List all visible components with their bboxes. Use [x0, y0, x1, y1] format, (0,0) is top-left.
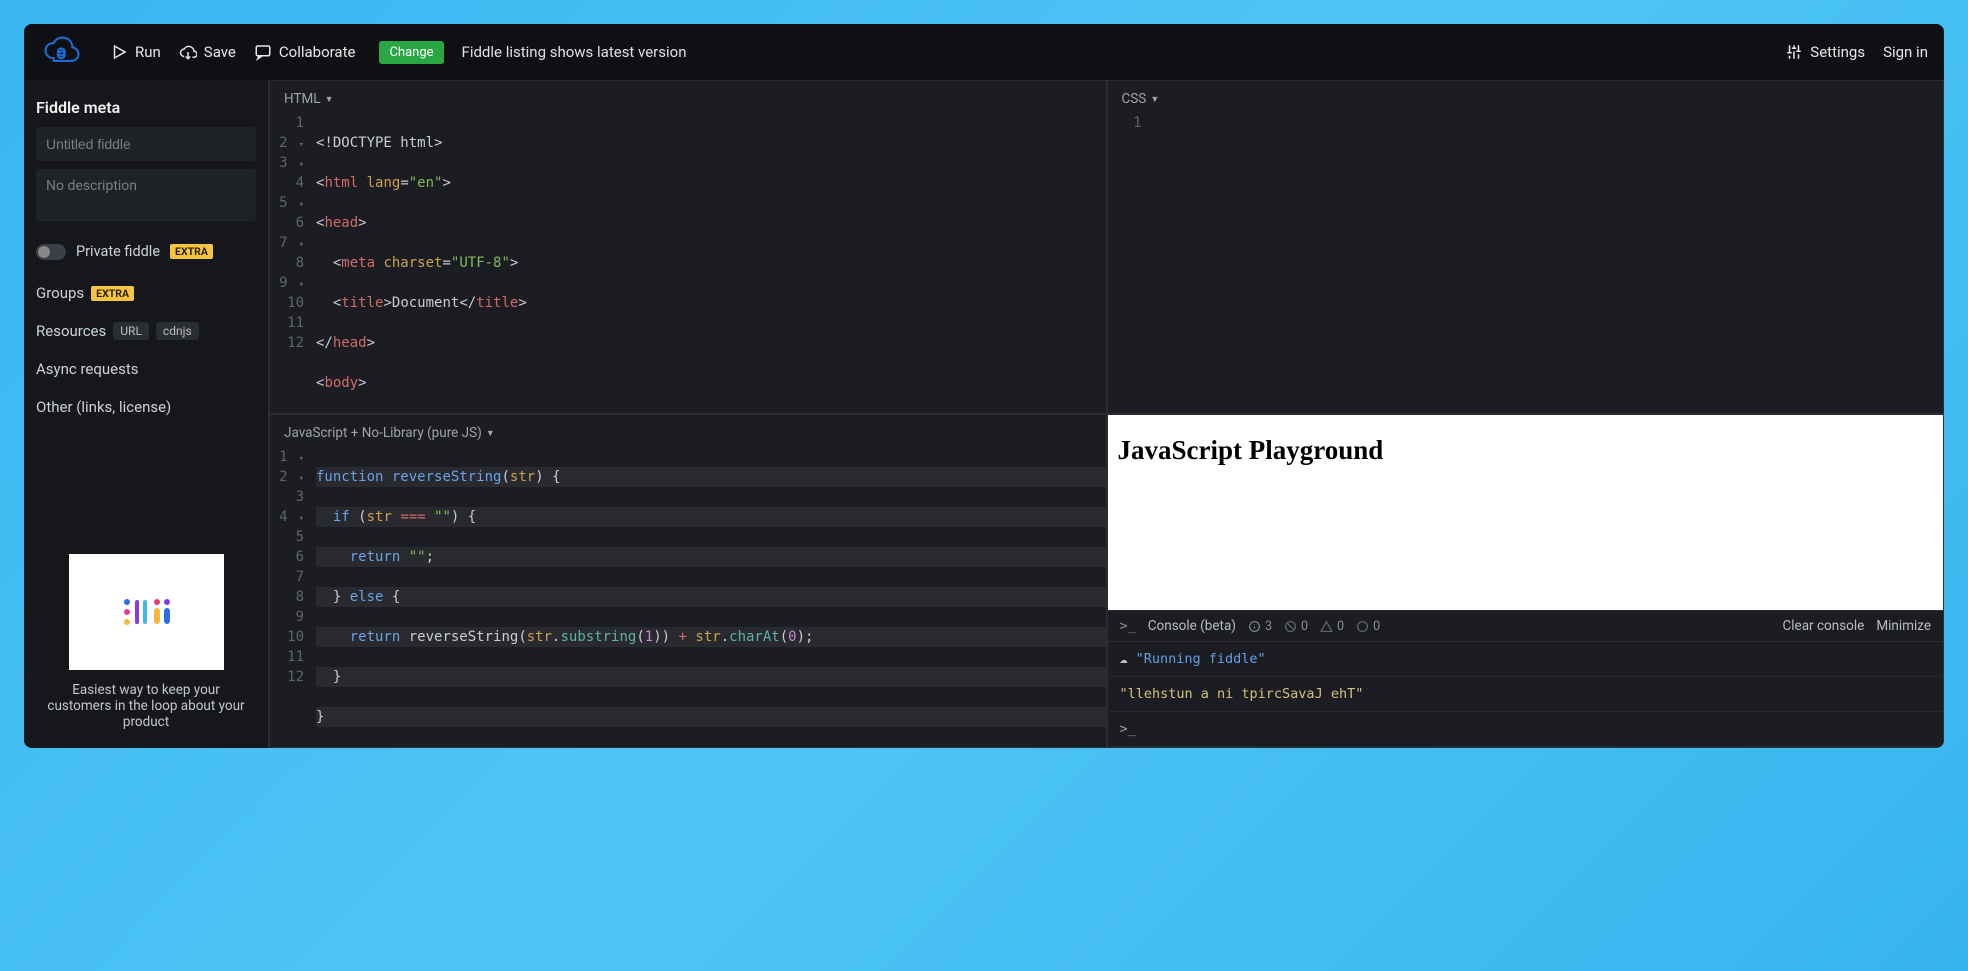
- console: >_ Console (beta) 3 0 0: [1108, 610, 1944, 747]
- error-count: 0: [1284, 619, 1308, 634]
- html-pane-header[interactable]: HTML ▼: [270, 81, 1106, 113]
- sidebar-ad: Easiest way to keep your customers in th…: [24, 540, 268, 748]
- dropdown-icon: ▼: [1150, 94, 1159, 105]
- cloud-logo-icon: [40, 36, 84, 68]
- main: HTML ▼ 1 2 ▾ 3 ▾ 4 5 ▾ 6 7 ▾ 8 9 ▾ 10: [269, 80, 1944, 748]
- extra-badge: EXTRA: [170, 244, 213, 259]
- run-button[interactable]: Run: [110, 43, 161, 61]
- groups-label: Groups: [36, 284, 84, 302]
- console-row: "llehstun a ni tpircSavaJ ehT": [1108, 677, 1944, 712]
- console-title: Console (beta): [1148, 618, 1236, 634]
- css-code[interactable]: [1152, 113, 1944, 413]
- collaborate-button[interactable]: Collaborate: [254, 43, 356, 61]
- console-row: ☁ "Running fiddle": [1108, 642, 1944, 677]
- sidebar-item-resources[interactable]: Resources URL cdnjs: [24, 312, 268, 350]
- sidebar-item-groups[interactable]: Groups EXTRA: [24, 274, 268, 312]
- sliders-icon: [1785, 43, 1803, 61]
- ad-box[interactable]: [69, 554, 224, 670]
- fiddle-description-input[interactable]: [36, 169, 256, 221]
- css-pane-header[interactable]: CSS ▼: [1108, 81, 1944, 113]
- warn-icon: [1320, 620, 1333, 633]
- info2-icon: [1356, 620, 1369, 633]
- extra-badge: EXTRA: [91, 286, 134, 301]
- sidebar: Fiddle meta Private fiddle EXTRA Groups …: [24, 80, 269, 748]
- header: Run Save Collaborate Change Fiddle listi…: [24, 24, 1944, 80]
- html-code[interactable]: <!DOCTYPE html> <html lang="en"> <head> …: [314, 113, 1106, 413]
- dropdown-icon: ▼: [325, 94, 334, 105]
- js-code[interactable]: function reverseString(str) { if (str ==…: [314, 447, 1106, 747]
- listing-text: Fiddle listing shows latest version: [462, 43, 687, 61]
- css-label: CSS: [1122, 91, 1147, 107]
- css-pane: CSS ▼ 1: [1107, 80, 1945, 414]
- html-gutter: 1 2 ▾ 3 ▾ 4 5 ▾ 6 7 ▾ 8 9 ▾ 10 11 12: [270, 113, 314, 413]
- console-header: >_ Console (beta) 3 0 0: [1108, 611, 1944, 642]
- preview-heading: JavaScript Playground: [1118, 435, 1934, 466]
- html-pane: HTML ▼ 1 2 ▾ 3 ▾ 4 5 ▾ 6 7 ▾ 8 9 ▾ 10: [269, 80, 1107, 414]
- html-label: HTML: [284, 91, 321, 107]
- play-icon: [110, 43, 128, 61]
- fiddle-title-input[interactable]: [36, 127, 256, 161]
- preview-console-pane: JavaScript Playground >_ Console (beta) …: [1107, 414, 1945, 748]
- save-button[interactable]: Save: [179, 43, 236, 61]
- console-text: "Running fiddle": [1136, 651, 1266, 667]
- preview-frame: JavaScript Playground: [1108, 415, 1944, 610]
- ad-logo-icon: [121, 594, 171, 630]
- app-window: Run Save Collaborate Change Fiddle listi…: [24, 24, 1944, 748]
- body: Fiddle meta Private fiddle EXTRA Groups …: [24, 80, 1944, 748]
- console-prompt[interactable]: >_: [1108, 712, 1944, 747]
- js-pane: JavaScript + No-Library (pure JS) ▼ 1 ▾ …: [269, 414, 1107, 748]
- html-editor[interactable]: 1 2 ▾ 3 ▾ 4 5 ▾ 6 7 ▾ 8 9 ▾ 10 11 12 <!D…: [270, 113, 1106, 413]
- logo[interactable]: [40, 36, 84, 68]
- js-editor[interactable]: 1 ▾ 2 ▾ 3 4 ▾ 5 6 7 8 9 10 11 12 functio…: [270, 447, 1106, 747]
- console-text: "llehstun a ni tpircSavaJ ehT": [1120, 686, 1364, 702]
- async-label: Async requests: [36, 360, 139, 378]
- signin-label: Sign in: [1883, 43, 1928, 61]
- js-label: JavaScript + No-Library (pure JS): [284, 425, 482, 441]
- prompt-text: >_: [1120, 721, 1136, 737]
- js-pane-header[interactable]: JavaScript + No-Library (pure JS) ▼: [270, 415, 1106, 447]
- info-icon: [1248, 620, 1261, 633]
- cloud-save-icon: [179, 43, 197, 61]
- css-gutter: 1: [1108, 113, 1152, 413]
- signin-button[interactable]: Sign in: [1883, 43, 1928, 61]
- save-label: Save: [204, 43, 236, 61]
- url-pill: URL: [113, 322, 149, 340]
- collaborate-label: Collaborate: [279, 43, 356, 61]
- info-count: 3: [1248, 619, 1272, 634]
- private-label: Private fiddle: [76, 243, 160, 260]
- resources-label: Resources: [36, 322, 106, 340]
- settings-button[interactable]: Settings: [1785, 43, 1865, 61]
- warn-count: 0: [1320, 619, 1344, 634]
- fiddle-meta-title: Fiddle meta: [36, 92, 256, 127]
- debug-count: 0: [1356, 619, 1380, 634]
- change-badge[interactable]: Change: [379, 41, 443, 64]
- js-gutter: 1 ▾ 2 ▾ 3 4 ▾ 5 6 7 8 9 10 11 12: [270, 447, 314, 747]
- other-label: Other (links, license): [36, 398, 171, 416]
- run-label: Run: [135, 43, 161, 61]
- ad-text: Easiest way to keep your customers in th…: [40, 682, 252, 730]
- chat-icon: [254, 43, 272, 61]
- error-icon: [1284, 620, 1297, 633]
- css-editor[interactable]: 1: [1108, 113, 1944, 413]
- minimize-console-button[interactable]: Minimize: [1876, 618, 1931, 634]
- sidebar-item-async[interactable]: Async requests: [24, 350, 268, 388]
- cdnjs-pill: cdnjs: [156, 322, 199, 340]
- sidebar-item-other[interactable]: Other (links, license): [24, 388, 268, 426]
- dropdown-icon: ▼: [486, 428, 495, 439]
- private-toggle[interactable]: [36, 244, 66, 260]
- cloud-icon: ☁: [1120, 651, 1128, 667]
- settings-label: Settings: [1810, 43, 1865, 61]
- clear-console-button[interactable]: Clear console: [1782, 618, 1864, 634]
- terminal-icon: >_: [1120, 618, 1136, 634]
